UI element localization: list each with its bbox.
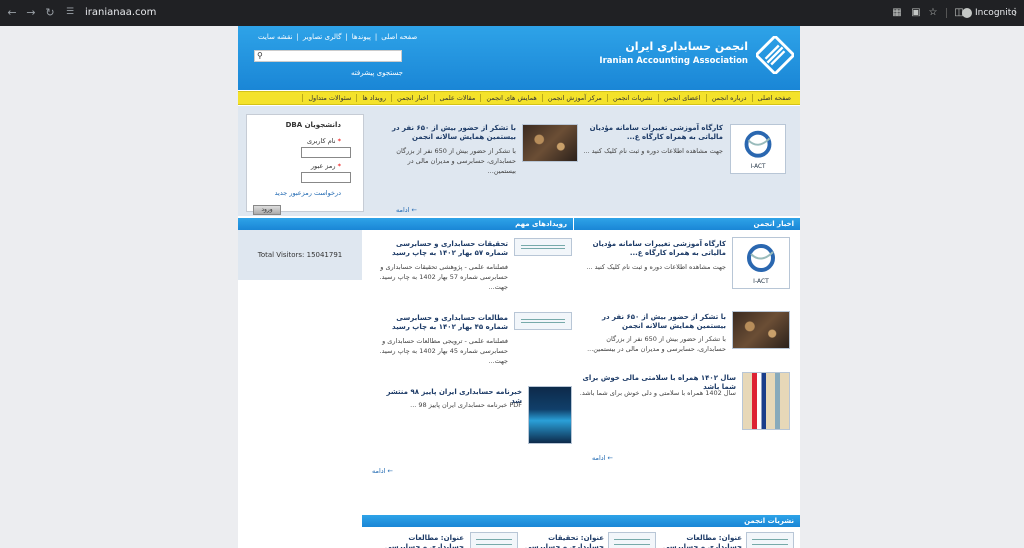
site-header: انجمن حسابداری ایران Iranian Accounting … bbox=[238, 26, 800, 90]
login-button[interactable]: ورود bbox=[253, 205, 281, 215]
menu-item-events[interactable]: رویداد ها bbox=[356, 94, 391, 102]
featured-title-1[interactable]: کارگاه آموزشی تغییرات سامانه مؤدیان مالی… bbox=[573, 124, 723, 142]
top-link-sep: | bbox=[345, 33, 348, 41]
news-image-conference[interactable] bbox=[732, 311, 790, 349]
featured-title-2[interactable]: با تشکر از حضور بیش از ۶۵۰ نفر در بیستمی… bbox=[378, 124, 516, 142]
top-link-gallery[interactable]: گالری تصاویر bbox=[303, 33, 342, 41]
publication-image-2[interactable] bbox=[608, 532, 656, 548]
top-link-links[interactable]: پیوندها bbox=[352, 33, 371, 41]
news-section-header: اخبار انجمن bbox=[574, 218, 800, 230]
event-title-2[interactable]: مطالعات حسابداری و حسابرسی شماره ۴۵ بهار… bbox=[374, 314, 508, 332]
svg-text:I-ACT: I-ACT bbox=[750, 164, 765, 170]
visitor-counter: Total Visitors: 15041791 bbox=[238, 230, 362, 280]
menu-item-news[interactable]: اخبار انجمن bbox=[391, 94, 434, 102]
news-text-2: با تشکر از حضور بیش از 650 نفر از بزرگان… bbox=[587, 335, 726, 353]
event-title-1[interactable]: تحقیقات حسابداری و حسابرسی شماره ۵۷ بهار… bbox=[374, 240, 508, 258]
events-more-link[interactable]: ← ادامه bbox=[372, 467, 393, 475]
featured-more-link[interactable]: ← ادامه bbox=[396, 206, 417, 214]
featured-image-iact[interactable]: I-ACT bbox=[730, 124, 786, 174]
menu-item-training[interactable]: مرکز آموزش انجمن bbox=[541, 94, 607, 102]
news-title-2[interactable]: با تشکر از حضور بیش از ۶۵۰ نفر در بیستمی… bbox=[576, 313, 726, 331]
incognito-icon bbox=[962, 8, 972, 18]
publication-image-1[interactable] bbox=[746, 532, 794, 548]
qr-code-icon[interactable]: ▦ bbox=[890, 0, 904, 26]
back-icon[interactable]: ← bbox=[3, 0, 21, 26]
publication-title-1[interactable]: عنوان: مطالعات حسابداری و حسابرسی شماره … bbox=[662, 534, 742, 548]
event-image-newsletter[interactable] bbox=[528, 386, 572, 444]
username-label: * نام کاربری bbox=[306, 137, 341, 145]
publication-image-3[interactable] bbox=[470, 532, 518, 548]
association-logo[interactable] bbox=[756, 36, 794, 74]
top-link-sep: | bbox=[374, 33, 378, 41]
news-image-iact[interactable]: I-ACT bbox=[732, 237, 790, 289]
login-title: دانشجویان DBA bbox=[285, 121, 341, 129]
site-title-fa: انجمن حسابداری ایران bbox=[625, 40, 748, 53]
featured-image-conference[interactable] bbox=[522, 124, 578, 162]
featured-text-1: جهت مشاهده اطلاعات دوره و ثبت نام کلیک ک… bbox=[583, 147, 723, 155]
iact-logo-icon: I-ACT bbox=[747, 244, 775, 285]
publications-section-header: نشریات انجمن bbox=[362, 515, 800, 527]
iact-logo-icon: I-ACT bbox=[744, 130, 772, 170]
event-text-2: فصلنامه علمی - ترویجی مطالعات حسابداری و… bbox=[379, 337, 508, 365]
menu-item-conferences[interactable]: همایش های انجمن bbox=[480, 94, 541, 102]
menu-item-publications[interactable]: نشریات انجمن bbox=[606, 94, 658, 102]
username-field[interactable] bbox=[301, 147, 351, 158]
publication-title-2[interactable]: عنوان: تحقیقات حسابداری و حسابرسی شماره … bbox=[524, 534, 604, 548]
event-text-1: فصلنامه علمی - پژوهشی تحقیقات حسابداری و… bbox=[379, 263, 508, 291]
forward-icon[interactable]: → bbox=[22, 0, 40, 26]
menu-item-home[interactable]: صفحه اصلی bbox=[751, 94, 796, 102]
translate-icon[interactable]: ▣ bbox=[909, 0, 923, 26]
featured-area: دانشجویان DBA * نام کاربری * رمز عبور در… bbox=[238, 106, 800, 216]
top-link-sitemap[interactable]: نقشه سایت bbox=[258, 33, 293, 41]
menu-item-articles[interactable]: مقالات علمی bbox=[433, 94, 481, 102]
top-link-home[interactable]: صفحه اصلی bbox=[381, 33, 417, 41]
advanced-search-link[interactable]: جستجوی پیشرفته bbox=[351, 69, 403, 77]
news-more-link[interactable]: ← ادامه bbox=[592, 454, 613, 462]
browser-toolbar: ← → ↻ ☰ iranianaa.com ▦ ▣ ☆ ◫ Incognito … bbox=[0, 0, 1024, 26]
event-image-journal-45[interactable] bbox=[514, 312, 572, 330]
reload-icon[interactable]: ↻ bbox=[41, 0, 59, 26]
news-text-1: جهت مشاهده اطلاعات دوره و ثبت نام کلیک ک… bbox=[586, 263, 726, 271]
site-title-en: Iranian Accounting Association bbox=[599, 56, 748, 66]
event-image-journal-57[interactable] bbox=[514, 238, 572, 256]
toolbar-divider bbox=[946, 8, 947, 18]
site-info-icon[interactable]: ☰ bbox=[66, 7, 77, 18]
login-box: دانشجویان DBA * نام کاربری * رمز عبور در… bbox=[246, 114, 364, 215]
password-field[interactable] bbox=[301, 172, 351, 183]
news-text-3: سال 1402 همراه با سلامتی و دلی خوش برای … bbox=[579, 389, 736, 397]
svg-text:I-ACT: I-ACT bbox=[753, 278, 769, 285]
events-section-header: رویدادهای مهم bbox=[238, 218, 573, 230]
news-image-flags[interactable] bbox=[742, 372, 790, 430]
search-input[interactable]: ⚲ bbox=[254, 50, 402, 62]
publication-title-3[interactable]: عنوان: مطالعات حسابداری و حسابرسی شماره … bbox=[384, 534, 464, 548]
menu-kebab-icon[interactable]: ⋮ bbox=[1008, 0, 1022, 26]
page-container: انجمن حسابداری ایران Iranian Accounting … bbox=[238, 26, 800, 548]
menu-item-members[interactable]: اعضای انجمن bbox=[657, 94, 706, 102]
address-bar[interactable]: iranianaa.com bbox=[85, 0, 156, 26]
top-links: صفحه اصلی | پیوندها | گالری تصاویر | نقش… bbox=[258, 33, 417, 41]
featured-text-2: با تشکر از حضور بیش از 650 نفر از بزرگان… bbox=[396, 147, 516, 175]
news-title-1[interactable]: کارگاه آموزشی تغییرات سامانه مؤدیان مالی… bbox=[576, 240, 726, 258]
password-label: * رمز عبور bbox=[310, 162, 341, 170]
main-menu: صفحه اصلی درباره انجمن اعضای انجمن نشریا… bbox=[238, 91, 800, 105]
menu-item-faq[interactable]: سئوالات متداول bbox=[302, 94, 356, 102]
event-text-3: PDF خبرنامه حسابداری ایران پاییز 98 ... bbox=[410, 401, 522, 409]
menu-item-about[interactable]: درباره انجمن bbox=[705, 94, 752, 102]
bookmark-star-icon[interactable]: ☆ bbox=[926, 0, 940, 26]
top-link-sep: | bbox=[296, 33, 299, 41]
forgot-password-link[interactable]: درخواست رمزعبور جدید bbox=[275, 189, 341, 197]
search-icon[interactable]: ⚲ bbox=[257, 51, 263, 60]
